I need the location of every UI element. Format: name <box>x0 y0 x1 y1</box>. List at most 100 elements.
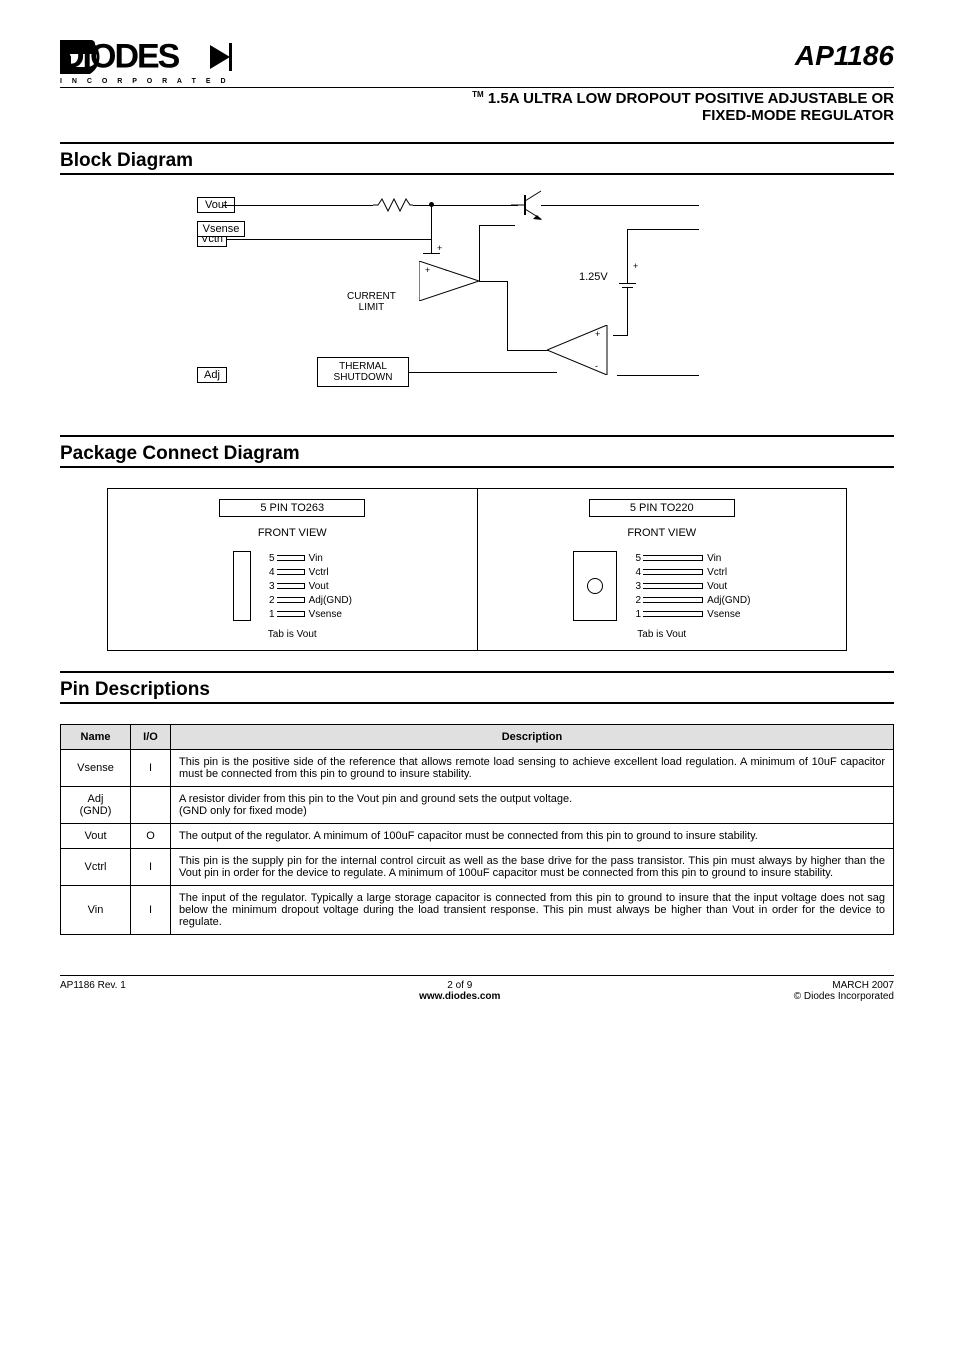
wire <box>479 281 508 282</box>
cell-desc: This pin is the supply pin for the inter… <box>171 849 894 886</box>
block-diagram: Vin Vctrl Vout Vsense Adj + + - CURRENT … <box>197 195 757 415</box>
table-header-row: Name I/O Description <box>61 725 894 750</box>
wire <box>507 350 549 351</box>
minus-label: - <box>445 265 448 275</box>
cell-io: I <box>131 849 171 886</box>
pin-num: 1 <box>263 609 275 620</box>
subtitle-bar: TM 1.5A ULTRA LOW DROPOUT POSITIVE ADJUS… <box>60 87 894 124</box>
page-header: DIODES I N C O R P O R A T E D AP1186 <box>60 40 894 85</box>
package-diagram-row: 5 PIN TO263 FRONT VIEW 5Vin 4Vctrl 3Vout… <box>107 488 847 651</box>
pin-label: Vout <box>309 581 329 592</box>
pin-num: 4 <box>263 567 275 578</box>
pin-row: 3 Vout <box>263 579 352 593</box>
pin-label: Vout <box>707 581 727 592</box>
footer-copyright: © Diodes Incorporated <box>794 991 894 1002</box>
cell-io: I <box>131 886 171 935</box>
package-to220: 5 PIN TO220 FRONT VIEW 5Vin 4Vctrl 3Vout… <box>478 489 847 650</box>
plus-label: + <box>633 261 638 271</box>
th-desc: Description <box>171 725 894 750</box>
wire <box>431 205 432 240</box>
tab-label: Tab is Vout <box>268 629 317 640</box>
wire <box>507 281 508 351</box>
wire <box>617 375 699 376</box>
pin-lead <box>277 611 305 617</box>
pin-stack: 5Vin 4 Vctrl 3Vout 2Adj(GND) 1 Vsense <box>629 551 750 621</box>
pin-lead <box>277 569 305 575</box>
table-row: Vsense I This pin is the positive side o… <box>61 750 894 787</box>
front-view-label: FRONT VIEW <box>258 527 327 539</box>
plus-label: + <box>425 265 430 275</box>
pin-label: Vin <box>707 553 721 564</box>
cell-name: Vout <box>61 824 131 849</box>
cell-desc-line1: A resistor divider from this pin to the … <box>179 793 885 805</box>
svg-text:DIODES: DIODES <box>60 40 180 76</box>
cell-name: Vsense <box>61 750 131 787</box>
footer-center: 2 of 9 www.diodes.com <box>419 980 500 1002</box>
pin-row: 1 Vsense <box>629 607 750 621</box>
vsense-terminal: Vsense <box>197 221 245 237</box>
subtitle-line2: FIXED-MODE REGULATOR <box>60 107 894 124</box>
wire <box>227 239 431 240</box>
pin-label: Vin <box>309 553 323 564</box>
package-to220-title: 5 PIN TO220 <box>589 499 735 517</box>
pin-row: 5Vin <box>263 551 352 565</box>
pin-stack: 5Vin 4 Vctrl 3 Vout 2Adj(GND) 1 Vsense <box>263 551 352 621</box>
pin-row: 1 Vsense <box>263 607 352 621</box>
wire <box>627 229 699 230</box>
pin-lead <box>277 597 305 603</box>
subtitle-line1: TM 1.5A ULTRA LOW DROPOUT POSITIVE ADJUS… <box>60 90 894 107</box>
wire <box>223 205 373 206</box>
cell-name: Adj (GND) <box>61 787 131 824</box>
pin-num: 3 <box>263 581 275 592</box>
pin-label: Vsense <box>707 609 740 620</box>
chip-outline <box>233 551 251 621</box>
pin-row: 2Adj(GND) <box>263 593 352 607</box>
package-to220-body: 5Vin 4 Vctrl 3Vout 2Adj(GND) 1 Vsense <box>573 551 750 621</box>
wire <box>627 229 628 265</box>
cell-desc: A resistor divider from this pin to the … <box>171 787 894 824</box>
footer-date: MARCH 2007 <box>794 980 894 991</box>
plus-label: + <box>595 329 600 339</box>
pin-lead <box>277 555 305 561</box>
cell-name: Vin <box>61 886 131 935</box>
vref-label: 1.25V <box>579 271 608 283</box>
th-io: I/O <box>131 725 171 750</box>
pin-lead <box>277 583 305 589</box>
wire <box>409 372 557 373</box>
cell-io <box>131 787 171 824</box>
footer-left: AP1186 Rev. 1 <box>60 980 126 1002</box>
wire <box>627 265 628 283</box>
opamp-icon <box>547 325 617 375</box>
pin-row: 3Vout <box>629 579 750 593</box>
pin-num: 4 <box>629 567 641 578</box>
package-to263: 5 PIN TO263 FRONT VIEW 5Vin 4Vctrl 3Vout… <box>108 489 478 650</box>
pin-descriptions-table: Name I/O Description Vsense I This pin i… <box>60 724 894 935</box>
wire <box>479 225 480 281</box>
pin-label: Vctrl <box>309 567 329 578</box>
current-limit-label: CURRENT LIMIT <box>347 291 396 313</box>
section-title-package: Package Connect Diagram <box>60 437 894 468</box>
diodes-logo-icon: DIODES <box>60 40 290 80</box>
cell-io: O <box>131 824 171 849</box>
pin-label: Vctrl <box>707 567 727 578</box>
header-title-block: AP1186 <box>290 40 894 72</box>
package-to263-body: 5Vin 4 Vctrl 3 Vout 2Adj(GND) 1 Vsense <box>233 551 352 621</box>
cell-desc: The input of the regulator. Typically a … <box>171 886 894 935</box>
cell-desc: The output of the regulator. A minimum o… <box>171 824 894 849</box>
pin-row: 2Adj(GND) <box>629 593 750 607</box>
pin-num: 1 <box>629 609 641 620</box>
cell-name-line1: Adj <box>69 793 122 805</box>
pin-label: Vsense <box>309 609 342 620</box>
pin-row: 4 Vctrl <box>629 565 750 579</box>
table-row: Adj (GND) A resistor divider from this p… <box>61 787 894 824</box>
chip-outline <box>573 551 617 621</box>
pin-lead <box>643 611 703 617</box>
pin-label: Adj(GND) <box>707 595 750 606</box>
cell-desc: This pin is the positive side of the ref… <box>171 750 894 787</box>
footer-right: MARCH 2007 © Diodes Incorporated <box>794 980 894 1002</box>
pin-num: 2 <box>263 595 275 606</box>
subtitle-text-1: 1.5A ULTRA LOW DROPOUT POSITIVE ADJUSTAB… <box>488 90 894 107</box>
pin-row: 5Vin <box>629 551 750 565</box>
table-row: Vctrl I This pin is the supply pin for t… <box>61 849 894 886</box>
adj-terminal: Adj <box>197 367 227 383</box>
